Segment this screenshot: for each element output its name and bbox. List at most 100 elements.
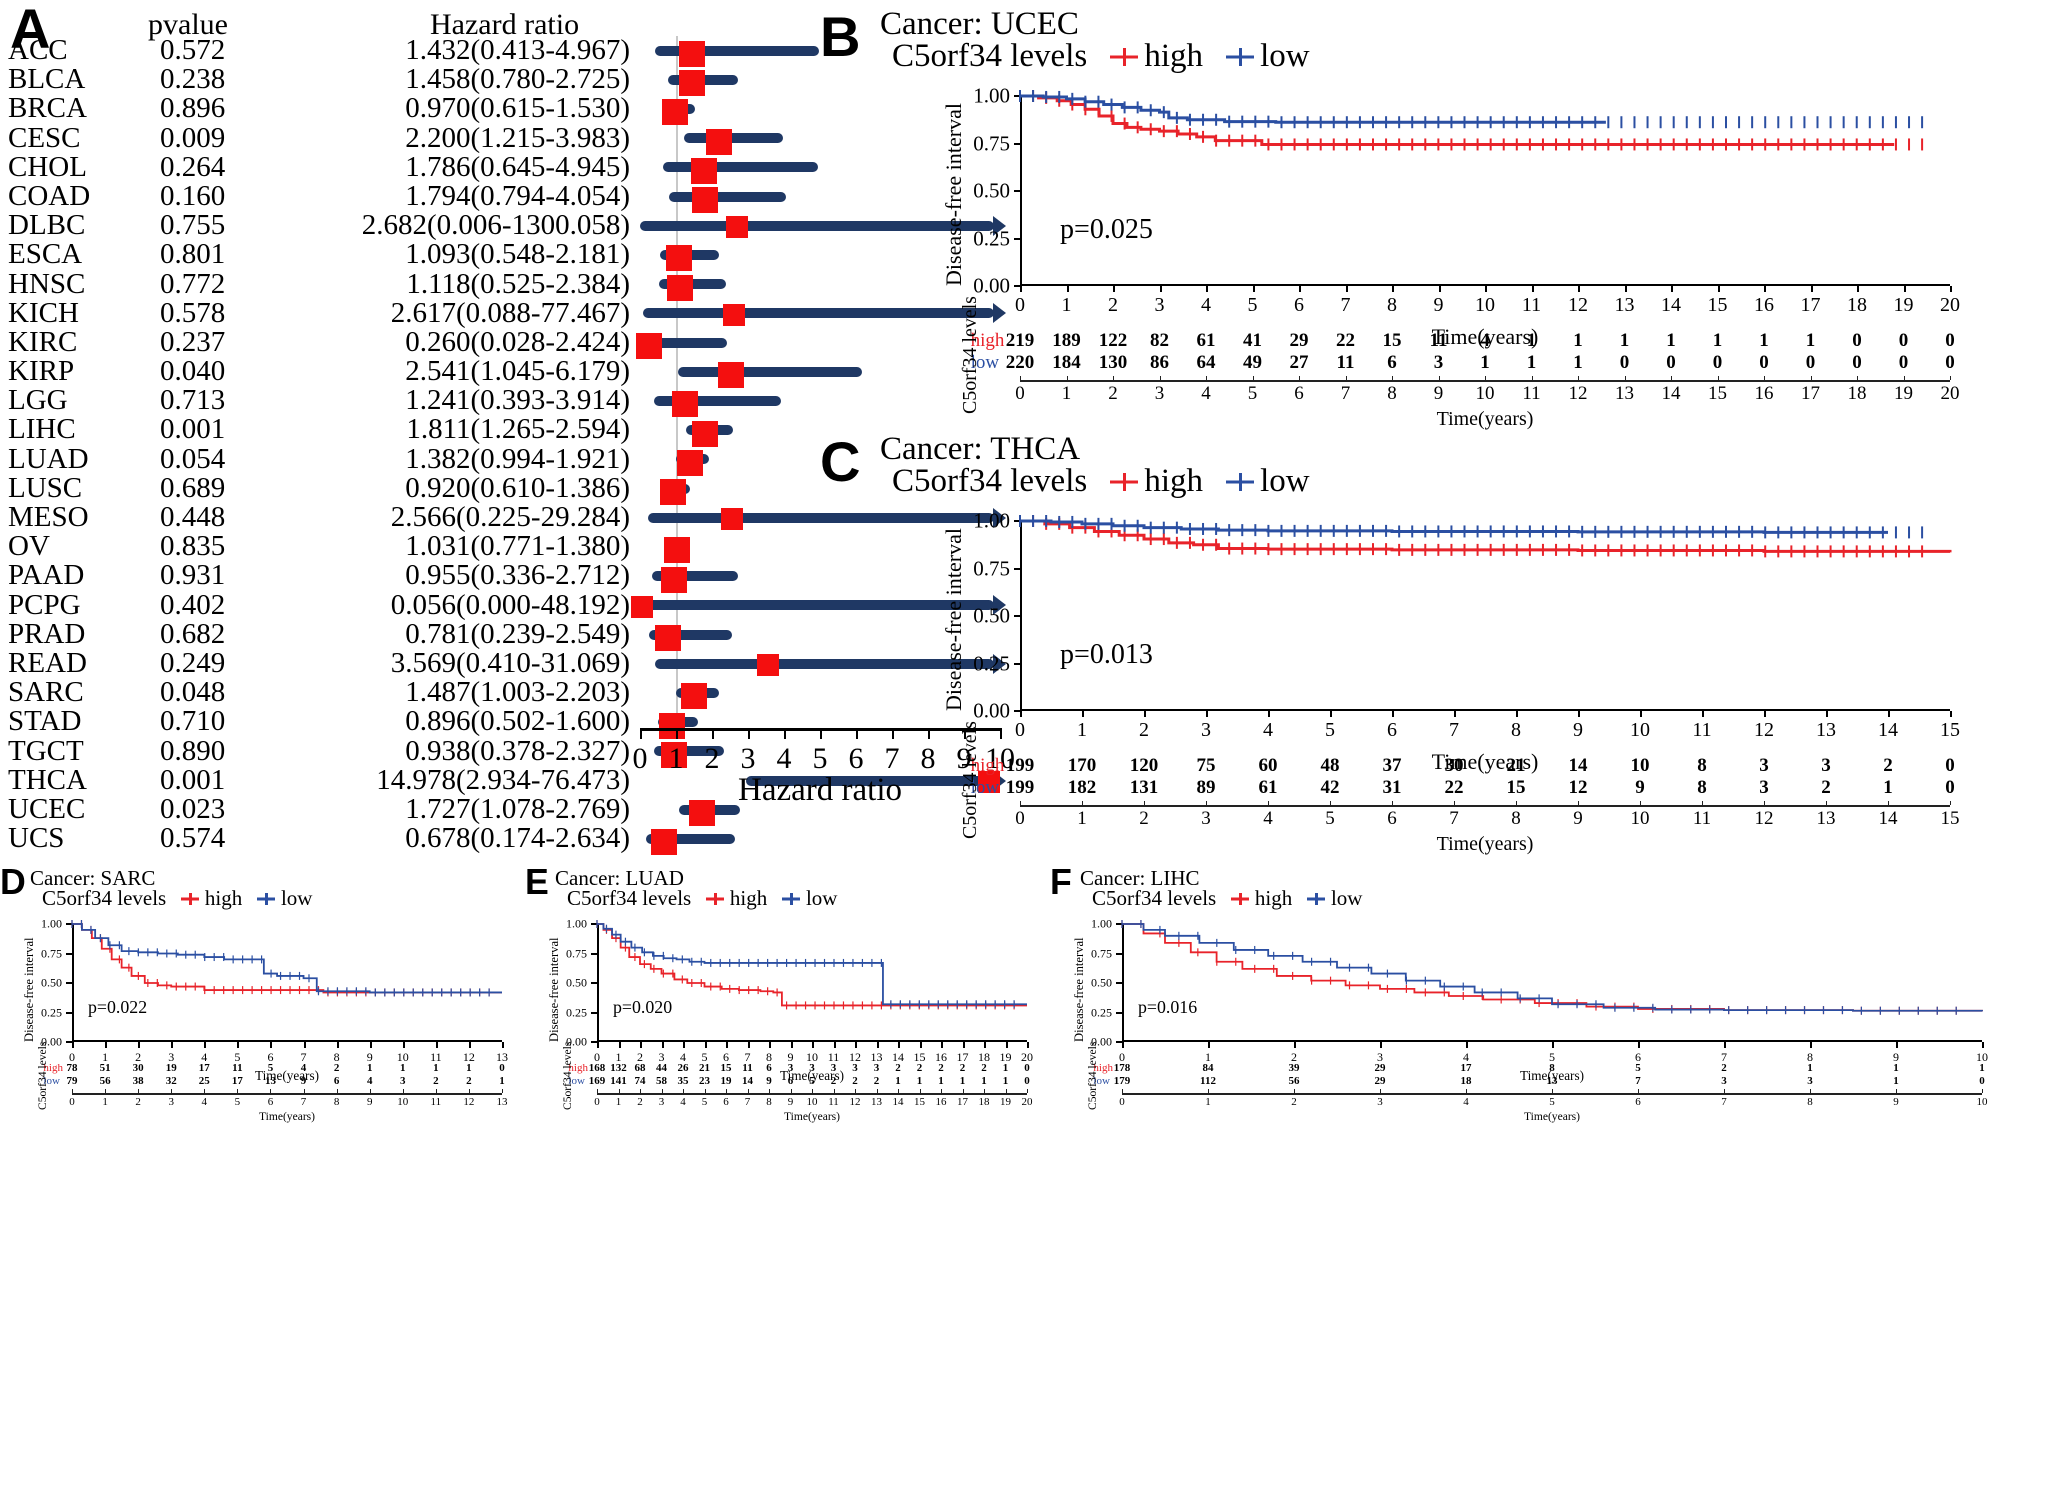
risk-count-low: 0 bbox=[1666, 351, 1676, 373]
risk-count-high: 30 bbox=[1444, 755, 1464, 776]
risk-table-tick bbox=[502, 1089, 503, 1094]
risk-table-tick bbox=[1826, 800, 1827, 805]
risk-table-tick bbox=[747, 1089, 749, 1094]
km-x-tick bbox=[1638, 1042, 1640, 1048]
risk-table-tick bbox=[1005, 1089, 1007, 1094]
risk-count-low: 2 bbox=[852, 1074, 858, 1087]
forest-row-pvalue: 0.264 bbox=[160, 150, 226, 183]
km-curves bbox=[71, 920, 502, 997]
km-x-tick bbox=[402, 1042, 405, 1048]
risk-count-high: 3 bbox=[873, 1062, 880, 1074]
km-x-tick bbox=[661, 1042, 664, 1048]
km-x-tick-label: 20 bbox=[1940, 294, 1960, 316]
km-legend-high-label: high bbox=[204, 886, 243, 910]
risk-count-high: 84 bbox=[1202, 1062, 1214, 1074]
km-x-tick bbox=[1896, 1042, 1898, 1048]
km-x-tick bbox=[1122, 1042, 1124, 1048]
risk-count-high: 11 bbox=[232, 1062, 243, 1074]
risk-count-high: 178 bbox=[1113, 1062, 1131, 1074]
risk-table-tick bbox=[833, 1089, 835, 1094]
forest-row: DLBC 0.755 2.682(0.006-1300.058) bbox=[0, 210, 640, 240]
risk-table-tick bbox=[1159, 375, 1161, 380]
risk-table-tick bbox=[237, 1089, 239, 1094]
km-x-tick bbox=[941, 1042, 943, 1048]
risk-count-low: 0 bbox=[1619, 351, 1630, 373]
km-pvalue: p=0.025 bbox=[1060, 213, 1153, 245]
km-curves bbox=[596, 920, 1027, 1010]
risk-table-title: C5orf34 levels bbox=[959, 295, 982, 414]
risk-table-axis bbox=[597, 1093, 1027, 1096]
forest-row-pvalue: 0.048 bbox=[160, 676, 226, 709]
km-x-tick-label: 12 bbox=[1568, 294, 1588, 316]
risk-count-high: 1 bbox=[1526, 330, 1537, 351]
km-x-tick-label: 14 bbox=[1661, 294, 1681, 316]
risk-count-high: 1 bbox=[1759, 330, 1769, 351]
km-risk-table: high low 219 220 0 189 184 1 122 130 2 82 86 3 61 64 4 41… bbox=[971, 330, 1960, 430]
risk-count-high: 120 bbox=[1129, 755, 1159, 776]
km-x-tick bbox=[726, 1042, 728, 1048]
risk-count-high: 2 bbox=[959, 1062, 966, 1074]
panel-letter-f: F bbox=[1050, 862, 1072, 902]
km-x-tick bbox=[1764, 711, 1766, 717]
risk-table-tick bbox=[1113, 375, 1114, 380]
risk-table-time-label: 12 bbox=[849, 1096, 861, 1109]
risk-count-high: 2 bbox=[1721, 1062, 1727, 1074]
km-x-tick bbox=[138, 1042, 141, 1048]
risk-table-tick bbox=[1020, 375, 1021, 380]
risk-table-tick bbox=[1299, 375, 1300, 380]
risk-count-high: 6 bbox=[766, 1062, 772, 1074]
forest-row-hazard-ratio: 1.786(0.645-4.945) bbox=[405, 150, 630, 183]
km-x-tick bbox=[790, 1042, 793, 1048]
risk-count-high: 8 bbox=[1697, 755, 1707, 776]
risk-count-high: 132 bbox=[610, 1062, 627, 1074]
km-x-tick bbox=[369, 1042, 372, 1048]
km-x-tick-label: 2 bbox=[1108, 294, 1118, 316]
km-x-tick bbox=[1020, 286, 1022, 292]
risk-count-low: 3 bbox=[400, 1074, 406, 1087]
forest-row-hazard-ratio: 0.938(0.378-2.327) bbox=[405, 734, 630, 767]
km-x-tick bbox=[1206, 711, 1208, 717]
risk-table-tick bbox=[1122, 1089, 1123, 1094]
risk-table-tick bbox=[1531, 375, 1533, 380]
km-x-tick-label: 4 bbox=[1201, 294, 1211, 316]
forest-row-pvalue: 0.931 bbox=[160, 559, 226, 592]
risk-count-high: 168 bbox=[588, 1062, 606, 1074]
risk-table-time-label: 12 bbox=[1568, 382, 1588, 404]
risk-table-time-label: 14 bbox=[892, 1096, 904, 1109]
forest-axis-tick-label: 0 bbox=[632, 742, 648, 775]
risk-table-tick bbox=[1330, 800, 1331, 805]
km-censor-marks-high bbox=[1019, 90, 1924, 151]
risk-table-time-label: 12 bbox=[1754, 807, 1774, 829]
risk-table-time-label: 13 bbox=[496, 1096, 508, 1109]
risk-table-time-label: 1 bbox=[1077, 807, 1087, 829]
risk-count-high: 1 bbox=[1805, 330, 1816, 351]
km-x-tick bbox=[747, 1042, 750, 1048]
risk-table-time-label: 7 bbox=[744, 1096, 751, 1109]
risk-count-high: 1 bbox=[1979, 1062, 1985, 1074]
risk-table-time-label: 13 bbox=[871, 1096, 882, 1109]
km-legend-low: low bbox=[782, 886, 837, 911]
forest-row-cancer: HNSC bbox=[8, 267, 86, 300]
risk-count-high: 5 bbox=[267, 1062, 274, 1074]
forest-row-pvalue: 0.402 bbox=[160, 588, 226, 621]
forest-row-cancer: COAD bbox=[8, 179, 91, 212]
km-x-tick-label: 6 bbox=[1294, 294, 1304, 316]
forest-row-cancer: OV bbox=[8, 530, 50, 563]
km-y-axis-title: Disease-free interval bbox=[940, 527, 966, 711]
forest-point-estimate bbox=[723, 303, 746, 326]
km-x-tick-label: 18 bbox=[1847, 294, 1867, 316]
risk-table-title: C5orf34 levels bbox=[561, 1042, 574, 1111]
forest-row-pvalue: 0.160 bbox=[160, 179, 226, 212]
forest-row-pvalue: 0.713 bbox=[160, 384, 226, 417]
risk-count-low: 35 bbox=[677, 1074, 689, 1087]
risk-table-tick bbox=[1380, 1089, 1381, 1094]
risk-table-tick bbox=[1724, 1089, 1725, 1094]
forest-row-hazard-ratio: 3.569(0.410-31.069) bbox=[390, 646, 630, 679]
km-x-tick bbox=[683, 1042, 685, 1048]
risk-table-tick bbox=[726, 1089, 727, 1094]
forest-axis-tick bbox=[712, 728, 714, 739]
km-x-tick bbox=[769, 1042, 771, 1048]
forest-row-pvalue: 0.835 bbox=[160, 530, 226, 563]
risk-count-low: 49 bbox=[1243, 351, 1262, 373]
risk-count-low: 184 bbox=[1052, 351, 1081, 373]
